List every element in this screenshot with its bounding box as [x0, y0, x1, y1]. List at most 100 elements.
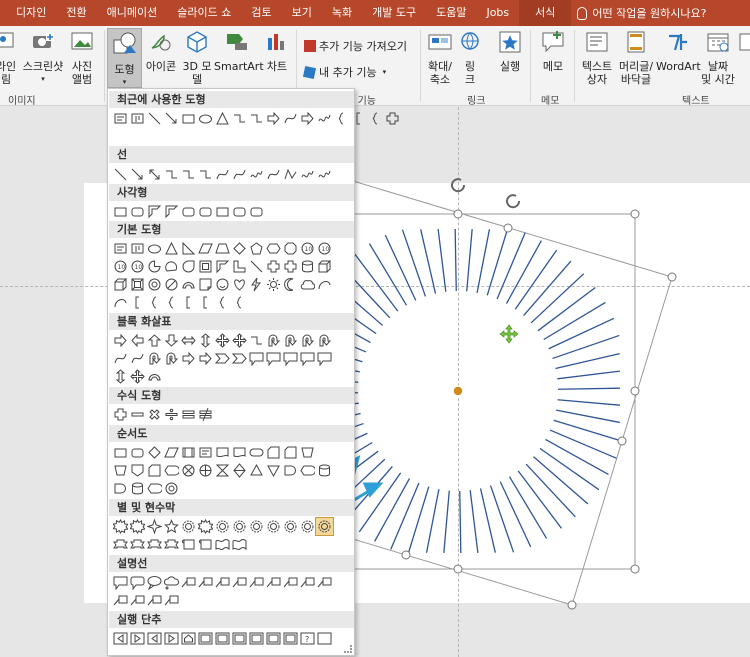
brace-shape-icon[interactable]	[231, 294, 248, 311]
bracket-shape-icon[interactable]	[197, 294, 214, 311]
zoom-button[interactable]: 확대/ 축소	[424, 30, 456, 86]
arc-shape-icon[interactable]	[316, 276, 333, 293]
my-addins-button[interactable]: 내 추가 기능 ▾	[302, 64, 386, 80]
quad-shape-icon[interactable]	[214, 332, 231, 349]
bevel-shape-icon[interactable]	[129, 276, 146, 293]
arrowR-shape-icon[interactable]	[180, 350, 197, 367]
actPrev-shape-icon[interactable]	[112, 630, 129, 647]
textbox-shape-icon[interactable]	[112, 240, 129, 257]
tell-me-box[interactable]: 어떤 작업을 원하시나요?	[571, 5, 706, 21]
curve-shape-icon[interactable]	[231, 166, 248, 183]
manual-shape-icon[interactable]	[112, 462, 129, 479]
callL-shape-icon[interactable]	[163, 592, 180, 609]
halfframe-shape-icon[interactable]	[146, 203, 163, 220]
bracket-shape-icon[interactable]	[129, 294, 146, 311]
callL-shape-icon[interactable]	[197, 574, 214, 591]
fold-shape-icon[interactable]	[197, 276, 214, 293]
comment-button[interactable]: 메모	[536, 30, 570, 73]
plus-shape-icon[interactable]	[265, 258, 282, 275]
donut-shape-icon[interactable]	[163, 480, 180, 497]
tab-developer[interactable]: 개발 도구	[362, 0, 426, 26]
oval-shape-icon[interactable]	[197, 110, 214, 127]
card-shape-icon[interactable]	[146, 462, 163, 479]
tab-slideshow[interactable]: 슬라이드 쇼	[167, 0, 241, 26]
line-shape-icon[interactable]	[248, 258, 265, 275]
num-shape-icon[interactable]: 10	[129, 258, 146, 275]
arrowLR-shape-icon[interactable]	[180, 332, 197, 349]
tri-shape-icon[interactable]	[214, 110, 231, 127]
textbox-button[interactable]: 텍스트 상자	[578, 30, 616, 86]
arrowUD-shape-icon[interactable]	[112, 368, 129, 385]
ribbon-shape-icon[interactable]	[129, 536, 146, 553]
curve-shape-icon[interactable]	[265, 166, 282, 183]
lshape-shape-icon[interactable]	[231, 258, 248, 275]
seal-shape-icon[interactable]	[214, 518, 231, 535]
oct-shape-icon[interactable]	[282, 240, 299, 257]
bracket-shape-icon[interactable]	[180, 294, 197, 311]
curve-shape-icon[interactable]	[129, 350, 146, 367]
terminal-shape-icon[interactable]	[248, 444, 265, 461]
star5-shape-icon[interactable]	[163, 518, 180, 535]
link-button[interactable]: 링 크	[458, 30, 482, 86]
arrowU-shape-icon[interactable]	[146, 332, 163, 349]
elbow-shape-icon[interactable]	[163, 166, 180, 183]
callL-shape-icon[interactable]	[316, 574, 333, 591]
callL-shape-icon[interactable]	[231, 574, 248, 591]
textbox-shape-icon[interactable]	[197, 444, 214, 461]
wordart-button[interactable]: WordArt	[656, 30, 701, 73]
burst-shape-icon[interactable]	[112, 518, 129, 535]
rotate-handle[interactable]	[451, 178, 521, 209]
online-pictures-button[interactable]: 라인 림	[0, 30, 18, 86]
scroll-shape-icon[interactable]	[180, 536, 197, 553]
chev-shape-icon[interactable]	[214, 350, 231, 367]
equal-shape-icon[interactable]	[180, 406, 197, 423]
teardrop-shape-icon[interactable]	[180, 258, 197, 275]
elbow-shape-icon[interactable]	[180, 166, 197, 183]
quad-shape-icon[interactable]	[231, 332, 248, 349]
arrowR-shape-icon[interactable]	[112, 332, 129, 349]
curve-shape-icon[interactable]	[282, 110, 299, 127]
doc-shape-icon[interactable]	[214, 444, 231, 461]
card-shape-icon[interactable]	[282, 444, 299, 461]
callL-shape-icon[interactable]	[299, 574, 316, 591]
seal-shape-icon[interactable]	[248, 518, 265, 535]
brace-shape-icon[interactable]	[163, 294, 180, 311]
cloud-shape-icon[interactable]	[299, 276, 316, 293]
burst-shape-icon[interactable]	[129, 518, 146, 535]
cube-shape-icon[interactable]	[316, 258, 333, 275]
num-shape-icon[interactable]: 10	[299, 240, 316, 257]
callL-shape-icon[interactable]	[146, 592, 163, 609]
action-button[interactable]: 실행	[494, 30, 526, 73]
arrowline-shape-icon[interactable]	[129, 166, 146, 183]
cyl-shape-icon[interactable]	[316, 462, 333, 479]
shapes-button[interactable]: 도형 ▾	[107, 28, 142, 88]
uturn-shape-icon[interactable]	[316, 332, 333, 349]
scribble-shape-icon[interactable]	[316, 110, 333, 127]
dblarrow-shape-icon[interactable]	[146, 166, 163, 183]
callL-shape-icon[interactable]	[129, 592, 146, 609]
elbow-shape-icon[interactable]	[248, 110, 265, 127]
bracket-shape-icon[interactable]	[350, 110, 367, 127]
arrowL-shape-icon[interactable]	[129, 332, 146, 349]
chord-shape-icon[interactable]	[163, 258, 180, 275]
chart-button[interactable]: 차트	[262, 30, 292, 73]
seal-shape-icon[interactable]	[315, 517, 334, 536]
uturn-shape-icon[interactable]	[163, 350, 180, 367]
callO-shape-icon[interactable]	[146, 574, 163, 591]
tab-design[interactable]: 디자인	[0, 0, 56, 26]
scribble-shape-icon[interactable]	[316, 166, 333, 183]
pent-shape-icon[interactable]	[248, 240, 265, 257]
callC-shape-icon[interactable]	[163, 574, 180, 591]
delay-shape-icon[interactable]	[112, 480, 129, 497]
arrowR-shape-icon[interactable]	[299, 110, 316, 127]
uturn-shape-icon[interactable]	[265, 332, 282, 349]
plus-shape-icon[interactable]	[112, 406, 129, 423]
get-addins-button[interactable]: 추가 기능 가져오기	[304, 38, 407, 54]
arc-shape-icon[interactable]	[112, 294, 129, 311]
wave-shape-icon[interactable]	[214, 536, 231, 553]
minus-shape-icon[interactable]	[129, 406, 146, 423]
rect-shape-icon[interactable]	[112, 203, 129, 220]
act-shape-icon[interactable]	[231, 630, 248, 647]
act-shape-icon[interactable]	[248, 630, 265, 647]
rrect-shape-icon[interactable]	[248, 203, 265, 220]
